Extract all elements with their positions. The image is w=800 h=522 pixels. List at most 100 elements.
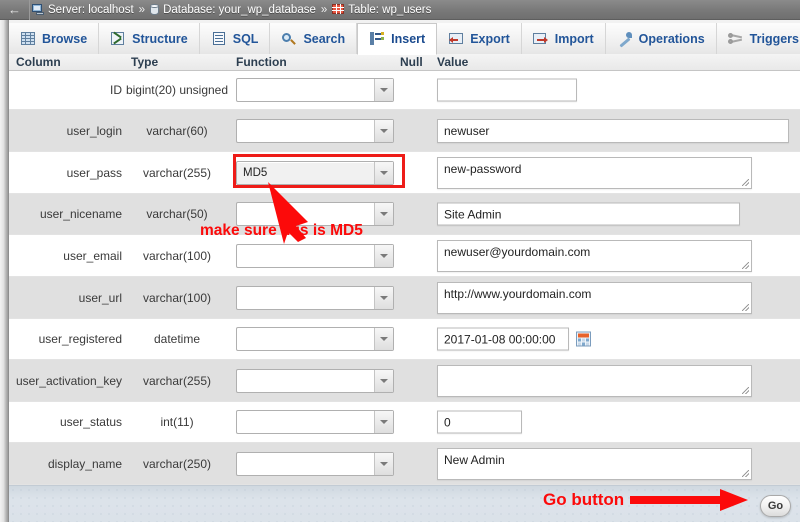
- insert-form-rows: ID bigint(20) unsigned user_login varchar(6…: [9, 71, 800, 485]
- left-rail: [0, 0, 9, 522]
- table-row: user_status int(11) 0: [9, 402, 800, 443]
- chevron-down-icon[interactable]: [374, 79, 393, 101]
- value-textarea[interactable]: [437, 364, 752, 397]
- function-cell: [236, 118, 394, 143]
- resize-handle[interactable]: [742, 303, 749, 311]
- breadcrumb-separator-1: »: [138, 3, 146, 16]
- table-row: user_registered datetime 2017-01-08 00:00:…: [9, 319, 800, 360]
- column-name: user_activation_key: [15, 373, 122, 388]
- function-select[interactable]: [236, 118, 394, 143]
- column-type: varchar(250): [142, 456, 212, 471]
- table-row: user_activation_key varchar(255): [9, 360, 800, 402]
- chevron-down-icon[interactable]: [374, 244, 393, 267]
- function-select[interactable]: [236, 410, 394, 434]
- breadcrumb-server[interactable]: Server: localhost: [30, 4, 136, 16]
- function-select[interactable]: [236, 451, 394, 476]
- table-row: display_name varchar(250) New Admin: [9, 443, 800, 485]
- function-select[interactable]: [236, 285, 394, 310]
- calendar-icon[interactable]: [576, 331, 591, 347]
- tab-label: Insert: [391, 32, 426, 46]
- tab-label: Structure: [132, 31, 188, 46]
- phpmyadmin-insert-page: ← Server: localhost » Database: your_wp_…: [0, 0, 800, 522]
- insert-icon: [369, 32, 385, 46]
- column-type: varchar(100): [142, 290, 212, 305]
- tab-triggers[interactable]: Triggers: [716, 23, 800, 54]
- value-cell: 2017-01-08 00:00:00: [437, 327, 591, 351]
- chevron-down-icon[interactable]: [374, 203, 393, 225]
- chevron-down-icon[interactable]: [374, 328, 393, 350]
- breadcrumb-table-label: Table: wp_users: [348, 3, 432, 16]
- annotation-go-note: Go button: [543, 490, 625, 509]
- resize-handle[interactable]: [742, 261, 749, 269]
- tab-structure[interactable]: Structure: [99, 23, 200, 54]
- value-cell: http://www.yourdomain.com: [437, 281, 752, 314]
- value-cell: Site Admin: [437, 202, 740, 226]
- chevron-down-icon[interactable]: [374, 452, 393, 475]
- function-select[interactable]: [236, 368, 394, 393]
- function-cell: [236, 410, 394, 434]
- search-icon: [281, 32, 297, 46]
- column-name: display_name: [47, 456, 122, 471]
- column-type: varchar(255): [142, 165, 212, 180]
- value-text: 2017-01-08 00:00:00: [444, 332, 556, 346]
- column-type: int(11): [160, 415, 194, 429]
- value-cell: 0: [437, 410, 522, 434]
- tab-browse[interactable]: Browse: [9, 23, 100, 54]
- column-type: bigint(20) unsigned: [125, 83, 229, 97]
- triggers-icon: [727, 32, 744, 46]
- tab-import[interactable]: Import: [521, 23, 606, 54]
- value-input[interactable]: Site Admin: [437, 202, 740, 226]
- column-name: user_login: [66, 123, 122, 138]
- operations-icon: [617, 31, 633, 48]
- value-text: newuser@yourdomain.com: [444, 244, 591, 259]
- value-cell: newuser@yourdomain.com: [437, 239, 752, 272]
- tab-operations[interactable]: Operations: [605, 23, 717, 54]
- column-name: user_registered: [38, 332, 122, 346]
- tab-export[interactable]: Export: [437, 23, 522, 54]
- resize-handle[interactable]: [742, 178, 749, 186]
- column-type: varchar(50): [146, 207, 208, 221]
- column-name: ID: [110, 83, 122, 97]
- back-arrow-icon[interactable]: ←: [0, 0, 30, 20]
- breadcrumb: ← Server: localhost » Database: your_wp_…: [0, 0, 800, 20]
- value-text: New Admin: [444, 452, 505, 467]
- tab-sql[interactable]: SQL: [199, 23, 271, 54]
- chevron-down-icon[interactable]: [374, 369, 393, 392]
- export-icon: [448, 32, 464, 46]
- value-textarea[interactable]: New Admin: [437, 447, 752, 480]
- resize-handle[interactable]: [742, 386, 749, 394]
- chevron-down-icon[interactable]: [374, 286, 393, 309]
- value-textarea[interactable]: new-password: [437, 156, 752, 189]
- breadcrumb-database[interactable]: Database: your_wp_database: [148, 3, 318, 16]
- value-input[interactable]: 0: [437, 410, 522, 434]
- function-select[interactable]: [236, 327, 394, 351]
- server-icon: [32, 4, 45, 15]
- tab-bar: Browse Structure SQL Search Insert Export Impo…: [9, 20, 800, 55]
- import-icon: [532, 32, 549, 46]
- database-icon: [150, 3, 160, 16]
- header-column: Column: [16, 55, 61, 69]
- tab-search[interactable]: Search: [270, 23, 358, 54]
- value-text: 0: [444, 415, 451, 429]
- header-function: Function: [236, 55, 287, 69]
- column-type: varchar(255): [142, 373, 212, 388]
- tab-insert[interactable]: Insert: [357, 23, 438, 55]
- structure-icon: [110, 31, 126, 46]
- resize-handle[interactable]: [742, 469, 749, 477]
- value-input[interactable]: [437, 78, 577, 102]
- value-input[interactable]: newuser: [437, 118, 789, 143]
- value-input[interactable]: 2017-01-08 00:00:00: [437, 327, 569, 351]
- value-textarea[interactable]: http://www.yourdomain.com: [437, 281, 752, 314]
- header-null: Null: [400, 55, 423, 69]
- tab-label: Import: [554, 31, 594, 46]
- value-cell: new-password: [437, 156, 752, 189]
- tab-label: Search: [303, 31, 346, 46]
- chevron-down-icon[interactable]: [374, 119, 393, 142]
- function-select[interactable]: [236, 78, 394, 102]
- breadcrumb-table[interactable]: Table: wp_users: [330, 4, 433, 16]
- chevron-down-icon[interactable]: [374, 161, 393, 184]
- value-text: newuser: [444, 123, 490, 138]
- value-textarea[interactable]: newuser@yourdomain.com: [437, 239, 752, 272]
- chevron-down-icon[interactable]: [374, 411, 393, 433]
- column-name: user_nicename: [39, 207, 122, 221]
